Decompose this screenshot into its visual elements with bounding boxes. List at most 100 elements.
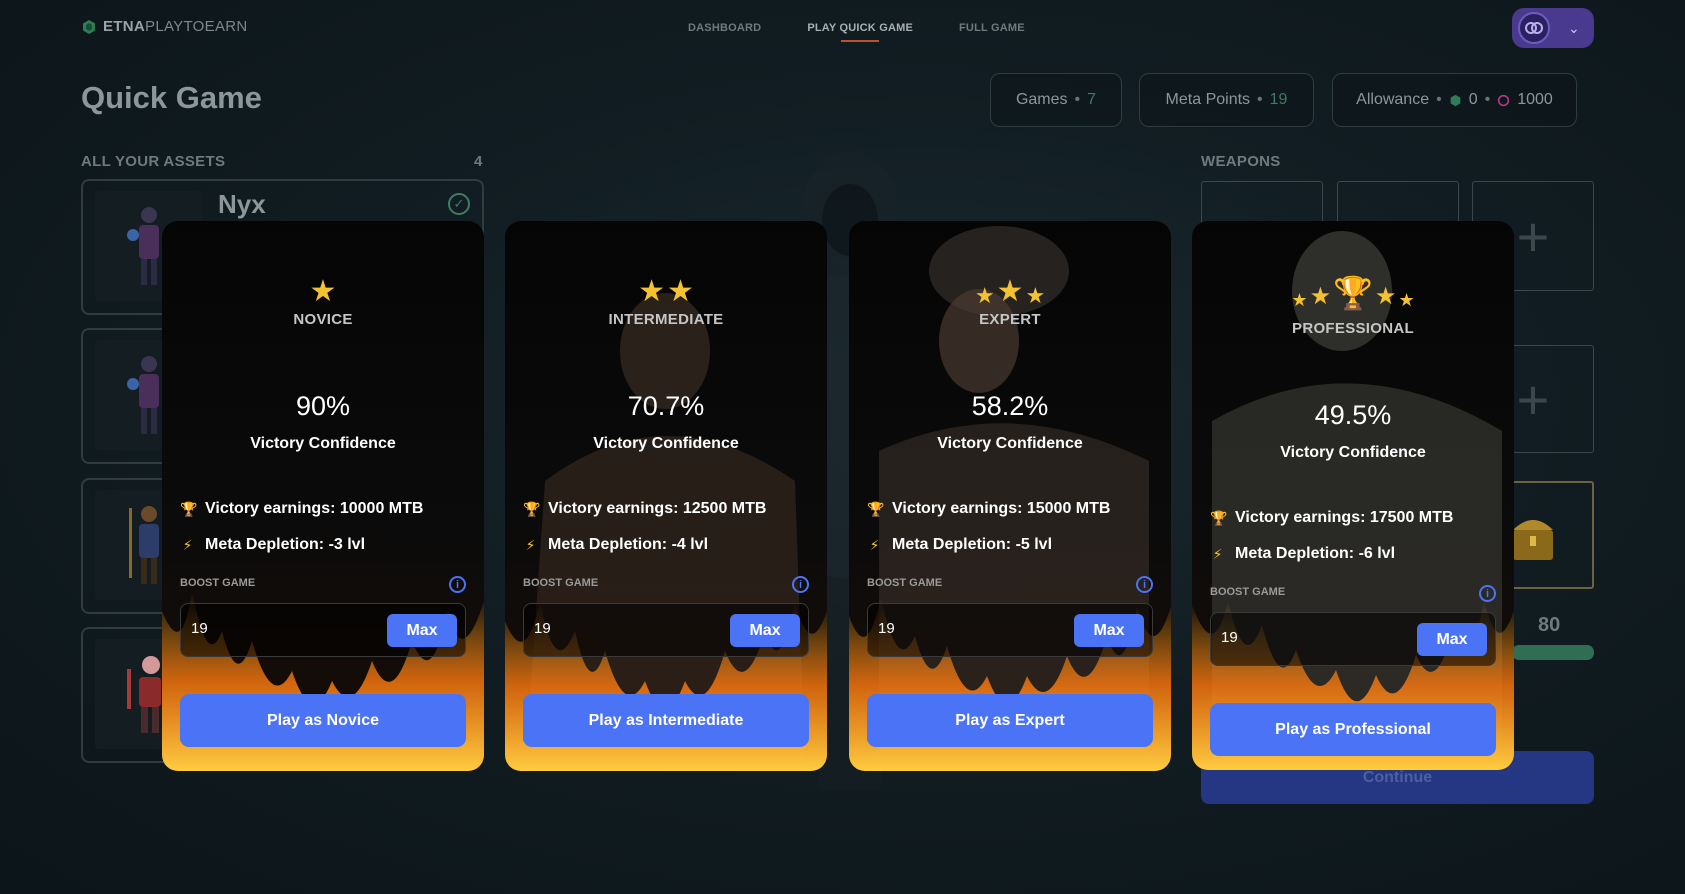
star-icon: ★ (1309, 283, 1332, 310)
selected-check-icon: ✓ (448, 193, 470, 215)
level-card-intermediate: ★ ★ INTERMEDIATE 70.7% Victory Confidenc… (505, 221, 827, 771)
play-as-professional-button[interactable]: Play as Professional (1210, 703, 1496, 756)
victory-earnings-text: Victory earnings: 12500 MTB (548, 500, 767, 517)
trophy-icon: 🏆 (867, 500, 885, 517)
stat-value: 80 (1538, 614, 1561, 636)
victory-earnings: 🏆 Victory earnings: 17500 MTB (1210, 509, 1453, 527)
level-title: EXPERT (979, 311, 1041, 328)
allowance-etna-value: 0 (1468, 91, 1478, 108)
star-icon: ★ (1398, 290, 1415, 310)
meta-points-value: 19 (1269, 91, 1288, 108)
meta-depletion: ⚡ Meta Depletion: -5 lvl (867, 536, 1052, 554)
meta-depletion-text: Meta Depletion: -5 lvl (892, 536, 1053, 553)
wallet-link-icon (1525, 22, 1543, 34)
main-menu: DASHBOARD PLAY QUICK GAME FULL GAME (688, 22, 1025, 42)
star-icon: ★ (638, 275, 665, 308)
max-button[interactable]: Max (1417, 623, 1487, 656)
level-stars: ★ ★ 🏆 ★ ★ (1192, 277, 1514, 309)
separator-dot: • (1436, 91, 1442, 108)
meta-points-stat: Meta Points • 19 (1139, 73, 1314, 127)
boost-input[interactable] (1221, 629, 1381, 646)
allowance-label: Allowance (1356, 91, 1430, 108)
boost-input[interactable] (191, 620, 351, 637)
etna-token-icon (1450, 94, 1461, 106)
play-as-intermediate-button[interactable]: Play as Intermediate (523, 694, 809, 747)
allowance-stat: Allowance • 0 • 1000 (1332, 73, 1577, 127)
nav-dashboard[interactable]: DASHBOARD (688, 22, 761, 34)
victory-earnings: 🏆 Victory earnings: 12500 MTB (523, 500, 766, 518)
assets-count: 4 (474, 153, 483, 170)
victory-earnings-text: Victory earnings: 17500 MTB (1235, 509, 1454, 526)
separator-dot: • (1074, 91, 1081, 108)
level-stars: ★ (162, 277, 484, 307)
victory-earnings: 🏆 Victory earnings: 15000 MTB (867, 500, 1110, 518)
level-title: INTERMEDIATE (608, 311, 724, 328)
star-icon: ★ (974, 283, 995, 308)
boost-input-wrapper: Max (1210, 612, 1496, 666)
star-icon: ★ (309, 275, 337, 308)
boost-input-wrapper: Max (180, 603, 466, 657)
victory-percent: 58.2% (971, 391, 1049, 421)
lightning-icon: ⚡ (1212, 545, 1223, 562)
meta-depletion: ⚡ Meta Depletion: -6 lvl (1210, 545, 1395, 563)
star-icon: ★ (1025, 283, 1046, 308)
separator-dot: • (1257, 91, 1263, 108)
lightning-icon: ⚡ (869, 536, 880, 553)
meta-depletion-text: Meta Depletion: -3 lvl (205, 536, 366, 553)
games-stat: Games • 7 (990, 73, 1122, 127)
level-card-expert: ★ ★ ★ EXPERT 58.2% Victory Confidence 🏆 V… (849, 221, 1171, 771)
victory-earnings-text: Victory earnings: 15000 MTB (892, 500, 1111, 517)
level-title: NOVICE (293, 311, 353, 328)
victory-confidence-label: Victory Confidence (250, 435, 396, 452)
avatar (1518, 12, 1550, 44)
nav-full-game[interactable]: FULL GAME (959, 22, 1025, 34)
star-icon: ★ (667, 275, 694, 308)
boost-input[interactable] (534, 620, 694, 637)
victory-percent: 49.5% (1314, 400, 1392, 430)
meta-points-label: Meta Points (1165, 91, 1251, 108)
info-icon[interactable]: i (1136, 576, 1153, 593)
user-menu-button[interactable]: ⌄ (1512, 8, 1594, 48)
victory-percent: 70.7% (627, 391, 705, 421)
logo-hex-icon (83, 19, 95, 34)
level-stars: ★ ★ ★ (849, 277, 1171, 307)
games-value: 7 (1087, 91, 1097, 108)
max-button[interactable]: Max (730, 614, 800, 647)
boost-game-label: BOOST GAME (867, 577, 943, 589)
victory-confidence-label: Victory Confidence (937, 435, 1083, 452)
star-icon: ★ (1374, 283, 1397, 310)
star-icon: ★ (996, 275, 1024, 308)
level-card-novice: ★ NOVICE 90% Victory Confidence 🏆 Victory… (162, 221, 484, 771)
victory-earnings: 🏆 Victory earnings: 10000 MTB (180, 500, 423, 518)
allowance-mtb-value: 1000 (1517, 91, 1553, 108)
victory-confidence-label: Victory Confidence (1280, 444, 1426, 461)
level-card-professional: ★ ★ 🏆 ★ ★ PROFESSIONAL 49.5% Victory Con… (1192, 221, 1514, 770)
nav-play-quick-game[interactable]: PLAY QUICK GAME (807, 22, 913, 42)
stat-progress-bar (1512, 645, 1594, 660)
boost-input[interactable] (878, 620, 1038, 637)
boost-game-label: BOOST GAME (1210, 586, 1286, 598)
info-icon[interactable]: i (449, 576, 466, 593)
victory-earnings-text: Victory earnings: 10000 MTB (205, 500, 424, 517)
logo-text-bold: ETNA (103, 18, 146, 35)
lightning-icon: ⚡ (182, 536, 193, 553)
info-icon[interactable]: i (792, 576, 809, 593)
max-button[interactable]: Max (1074, 614, 1144, 647)
asset-name: Nyx (218, 189, 266, 219)
logo-text-light: PLAYTOEARN (145, 18, 248, 35)
victory-confidence-label: Victory Confidence (593, 435, 739, 452)
star-icon: ★ (1291, 290, 1308, 310)
max-button[interactable]: Max (387, 614, 457, 647)
chevron-down-icon: ⌄ (1568, 19, 1580, 36)
games-label: Games (1015, 91, 1068, 108)
trophy-icon: 🏆 (180, 500, 198, 517)
play-as-novice-button[interactable]: Play as Novice (180, 694, 466, 747)
play-as-expert-button[interactable]: Play as Expert (867, 694, 1153, 747)
app-logo[interactable]: ETNA PLAYTOEARN (81, 18, 248, 35)
meta-depletion: ⚡ Meta Depletion: -4 lvl (523, 536, 708, 554)
meta-depletion-text: Meta Depletion: -4 lvl (548, 536, 709, 553)
separator-dot: • (1484, 91, 1491, 108)
weapons-label: WEAPONS (1201, 153, 1281, 170)
info-icon[interactable]: i (1479, 585, 1496, 602)
boost-game-label: BOOST GAME (180, 577, 256, 589)
